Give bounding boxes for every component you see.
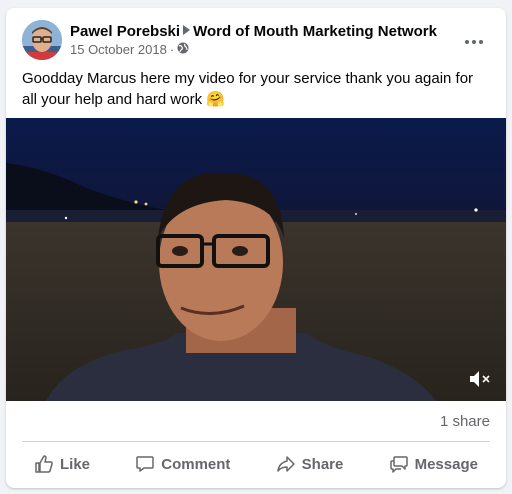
share-count[interactable]: 1 share	[440, 413, 490, 430]
author-name[interactable]: Pawel Porebski	[70, 23, 180, 40]
post-meta: 15 October 2018 ·	[70, 42, 189, 57]
author-line: Pawel Porebski Word of Mouth Marketing Ne…	[70, 22, 437, 40]
message-bubble-icon	[389, 456, 408, 473]
comment-bubble-icon	[136, 456, 154, 472]
triangle-right-icon	[183, 22, 191, 39]
post-text: Goodday Marcus here my video for your se…	[22, 68, 492, 110]
share-button[interactable]: Share	[264, 448, 356, 480]
share-label: Share	[301, 455, 344, 473]
comment-button[interactable]: Comment	[123, 448, 242, 480]
speaker-muted-icon	[470, 371, 490, 387]
hugging-face-emoji: 🤗	[206, 91, 225, 108]
post-header: Pawel Porebski Word of Mouth Marketing Ne…	[22, 20, 494, 64]
share-arrow-icon	[276, 456, 295, 472]
globe-icon[interactable]	[177, 42, 189, 57]
mute-button[interactable]	[468, 369, 492, 389]
post-date[interactable]: 15 October 2018	[70, 42, 167, 57]
thumbs-up-icon	[35, 455, 53, 473]
message-label: Message	[414, 455, 478, 473]
more-options-button[interactable]	[458, 26, 490, 58]
comment-label: Comment	[161, 455, 231, 473]
post-message: Goodday Marcus here my video for your se…	[22, 70, 474, 108]
more-dots-icon	[465, 40, 483, 44]
avatar[interactable]	[22, 20, 62, 60]
post-stats: 1 share	[22, 401, 490, 442]
message-button[interactable]: Message	[377, 448, 490, 480]
action-bar: Like Comment Share Message	[22, 442, 490, 486]
meta-dot: ·	[169, 42, 175, 57]
like-button[interactable]: Like	[22, 448, 102, 480]
post-card: Pawel Porebski Word of Mouth Marketing Ne…	[6, 8, 506, 488]
group-name[interactable]: Word of Mouth Marketing Network	[193, 23, 437, 40]
video-player[interactable]	[6, 118, 506, 401]
like-label: Like	[60, 455, 91, 473]
video-frame	[6, 118, 506, 401]
